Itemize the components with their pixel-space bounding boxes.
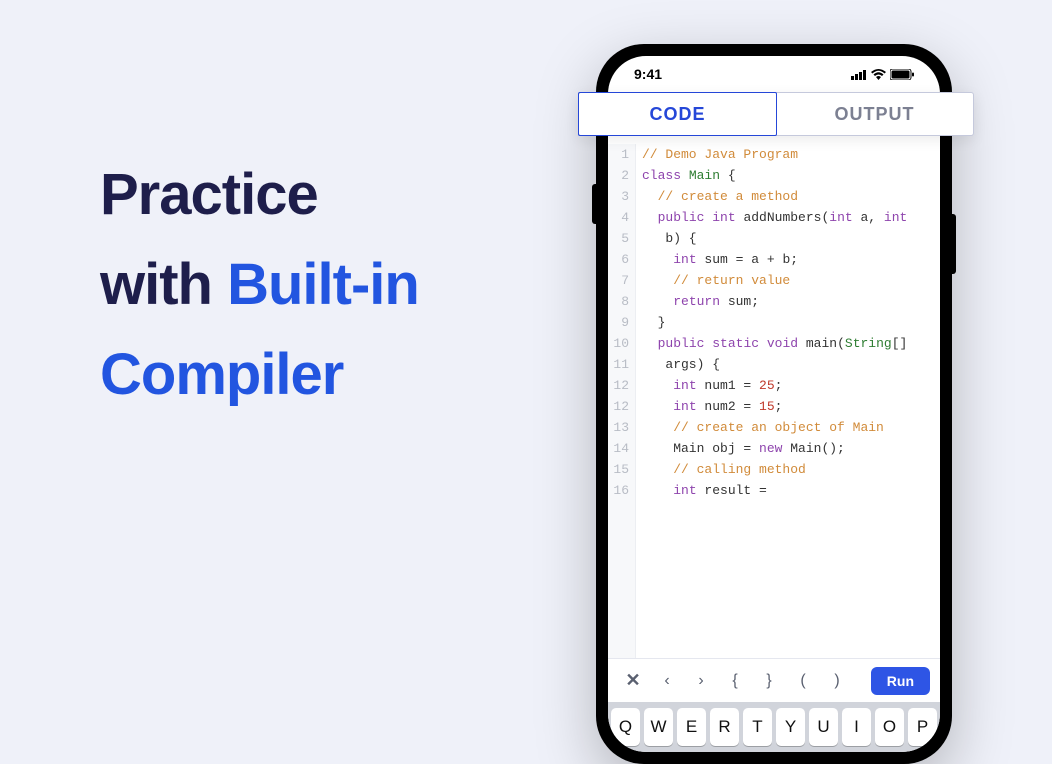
line-number: 3: [608, 186, 629, 207]
line-gutter: 1234567891011121213141516: [608, 144, 636, 658]
line-number: 7: [608, 270, 629, 291]
marketing-headline: Practice with Built-in Compiler: [100, 150, 419, 420]
line-number: 4: [608, 207, 629, 228]
rparen-key[interactable]: ): [822, 666, 852, 696]
editor-toolbar: ✕ ‹ › { } ( ) Run: [608, 658, 940, 702]
line-number: 2: [608, 165, 629, 186]
keyboard-key[interactable]: I: [842, 708, 871, 746]
line-number: 1: [608, 144, 629, 165]
code-line: int num1 = 25;: [642, 375, 940, 396]
prev-icon[interactable]: ‹: [652, 666, 682, 696]
code-line: // create an object of Main: [642, 417, 940, 438]
keyboard-key[interactable]: T: [743, 708, 772, 746]
code-line: // Demo Java Program: [642, 144, 940, 165]
keyboard-row: QWERTYUIOP: [608, 702, 940, 752]
run-button[interactable]: Run: [871, 667, 930, 695]
code-line: // return value: [642, 270, 940, 291]
code-line: public static void main(String[]: [642, 333, 940, 354]
keyboard-key[interactable]: O: [875, 708, 904, 746]
line-number: 14: [608, 438, 629, 459]
headline-line2-plain: with: [100, 252, 227, 317]
status-bar: 9:41: [608, 56, 940, 92]
close-icon[interactable]: ✕: [618, 666, 648, 696]
lparen-key[interactable]: (: [788, 666, 818, 696]
status-icons: [851, 69, 914, 80]
code-line: // calling method: [642, 459, 940, 480]
headline-line3-accent: Compiler: [100, 342, 343, 407]
keyboard-key[interactable]: Q: [611, 708, 640, 746]
battery-icon: [890, 69, 914, 80]
code-line: // create a method: [642, 186, 940, 207]
status-time: 9:41: [634, 66, 662, 82]
code-line: }: [642, 312, 940, 333]
code-line: b) {: [642, 228, 940, 249]
tab-code[interactable]: CODE: [578, 92, 777, 136]
rbrace-key[interactable]: }: [754, 666, 784, 696]
line-number: 11: [608, 354, 629, 375]
line-number: 10: [608, 333, 629, 354]
code-line: class Main {: [642, 165, 940, 186]
signal-icon: [851, 69, 867, 80]
code-line: Main obj = new Main();: [642, 438, 940, 459]
line-number: 8: [608, 291, 629, 312]
code-line: args) {: [642, 354, 940, 375]
headline-line1: Practice: [100, 162, 318, 227]
code-line: int sum = a + b;: [642, 249, 940, 270]
line-number: 12: [608, 396, 629, 417]
phone-screen: 9:41 1234567891011121213141516 // Demo J…: [608, 56, 940, 752]
code-line: return sum;: [642, 291, 940, 312]
line-number: 13: [608, 417, 629, 438]
code-line: public int addNumbers(int a, int: [642, 207, 940, 228]
line-number: 6: [608, 249, 629, 270]
keyboard-key[interactable]: U: [809, 708, 838, 746]
headline-line2-accent: Built-in: [227, 252, 419, 317]
tab-output[interactable]: OUTPUT: [776, 93, 973, 135]
code-content[interactable]: // Demo Java Programclass Main { // crea…: [636, 144, 940, 658]
phone-frame: 9:41 1234567891011121213141516 // Demo J…: [596, 44, 952, 764]
line-number: 16: [608, 480, 629, 501]
code-line: int result =: [642, 480, 940, 501]
keyboard-key[interactable]: P: [908, 708, 937, 746]
keyboard-key[interactable]: Y: [776, 708, 805, 746]
keyboard-key[interactable]: R: [710, 708, 739, 746]
editor-tabs: CODE OUTPUT: [578, 92, 974, 136]
line-number: 5: [608, 228, 629, 249]
keyboard-key[interactable]: W: [644, 708, 673, 746]
line-number: 9: [608, 312, 629, 333]
line-number: 12: [608, 375, 629, 396]
code-line: int num2 = 15;: [642, 396, 940, 417]
next-icon[interactable]: ›: [686, 666, 716, 696]
wifi-icon: [871, 69, 886, 80]
keyboard-key[interactable]: E: [677, 708, 706, 746]
code-editor[interactable]: 1234567891011121213141516 // Demo Java P…: [608, 92, 940, 658]
lbrace-key[interactable]: {: [720, 666, 750, 696]
line-number: 15: [608, 459, 629, 480]
